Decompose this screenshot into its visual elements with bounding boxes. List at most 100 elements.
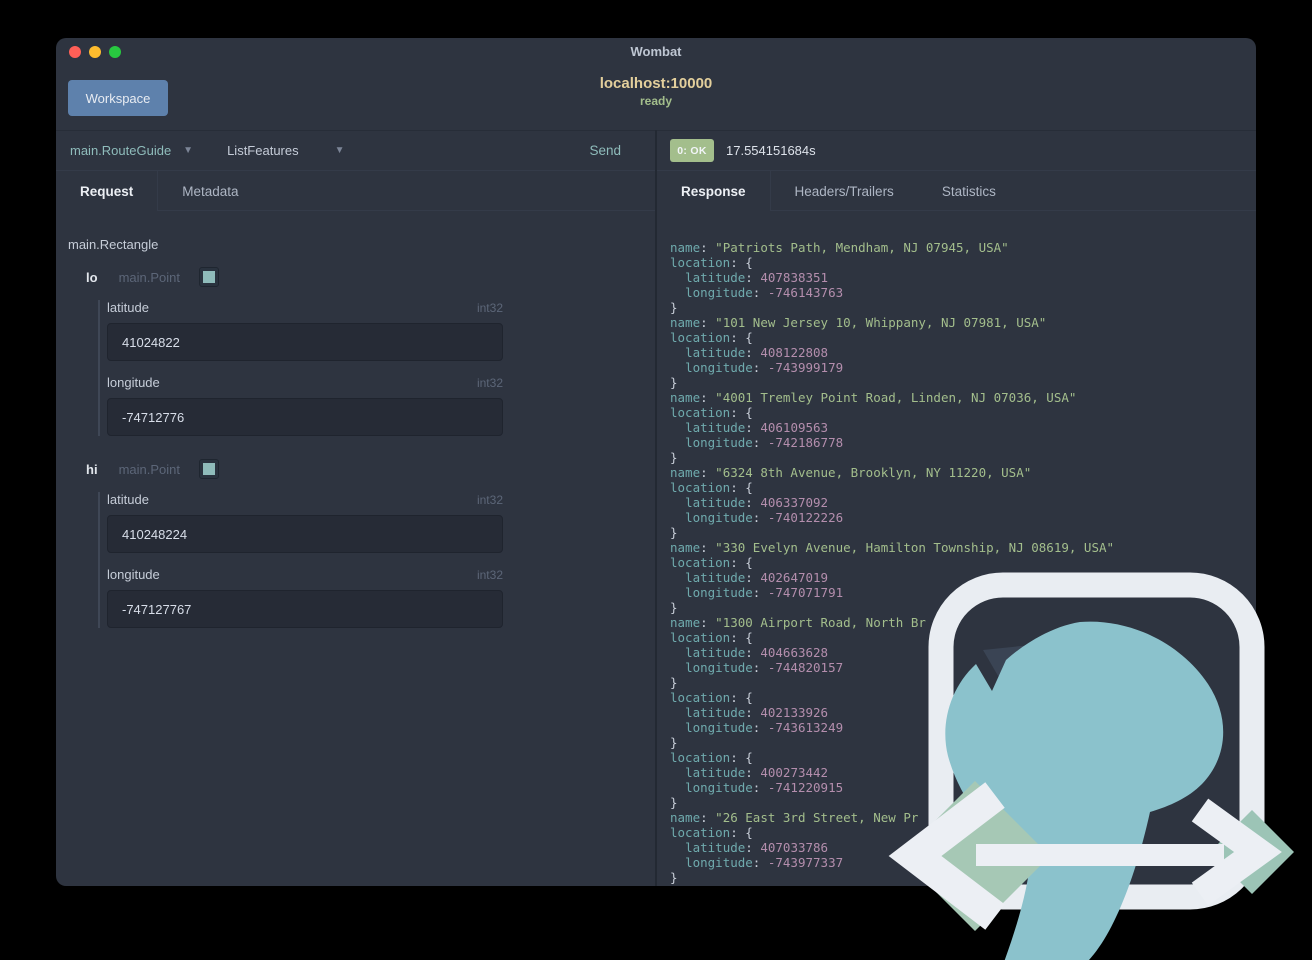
field-scalar-type: int32 [476, 375, 503, 390]
status-badge: 0: OK [670, 139, 714, 162]
response-line: latitude: 407033786 [685, 840, 829, 855]
duration-label: 17.554151684s [726, 143, 816, 158]
response-line: longitude: -744820157 [685, 660, 844, 675]
hi-latitude-input[interactable] [107, 515, 503, 553]
response-line: latitude: 402647019 [685, 570, 829, 585]
response-line: } [670, 795, 678, 810]
response-line: latitude: 406109563 [685, 420, 829, 435]
response-line: } [670, 600, 678, 615]
response-body[interactable]: name: "Patriots Path, Mendham, NJ 07945,… [657, 211, 1256, 886]
field-label-row: longitude int32 [107, 375, 503, 390]
response-line: } [670, 300, 678, 315]
response-toolbar: 0: OK 17.554151684s [657, 130, 1256, 171]
response-line: location: { [670, 555, 753, 570]
request-toolbar: main.RouteGuide ▼ ListFeatures ▼ Send [56, 130, 655, 171]
field-scalar-type: int32 [476, 492, 503, 507]
response-line: name: "4001 Tremley Point Road, Linden, … [670, 390, 1077, 405]
field-label-row: latitude int32 [107, 492, 503, 507]
tab-metadata[interactable]: Metadata [158, 171, 262, 211]
field-lo-checkbox[interactable] [198, 267, 219, 287]
field-name-hi: hi [86, 461, 98, 477]
message-type-label: main.Rectangle [68, 237, 159, 252]
response-line: longitude: -741220915 [685, 780, 844, 795]
field-label: latitude [107, 300, 149, 315]
response-line: latitude: 406337092 [685, 495, 829, 510]
response-line: latitude: 400273442 [685, 765, 829, 780]
response-line: } [670, 375, 678, 390]
request-form: main.Rectangle lo main.Point latitude in… [56, 211, 655, 886]
lo-latitude-input[interactable] [107, 323, 503, 361]
response-line: location: { [670, 480, 753, 495]
request-tabbar: Request Metadata [56, 171, 655, 212]
field-type-lo: main.Point [118, 269, 180, 285]
response-panel: 0: OK 17.554151684s Response Headers/Tra… [655, 130, 1256, 886]
response-line: location: { [670, 750, 753, 765]
tab-headers-trailers[interactable]: Headers/Trailers [771, 171, 918, 211]
chevron-down-icon: ▼ [183, 144, 194, 156]
response-line: name: "Patriots Path, Mendham, NJ 07945,… [670, 240, 1009, 255]
field-name-lo: lo [86, 269, 98, 285]
connection-state: ready [639, 94, 673, 108]
field-head-lo: lo main.Point [86, 267, 639, 287]
response-tabbar: Response Headers/Trailers Statistics [657, 171, 1256, 212]
response-line: longitude: -743999179 [685, 360, 844, 375]
response-line: name: "330 Evelyn Avenue, Hamilton Towns… [670, 540, 1115, 555]
chevron-down-icon: ▼ [334, 144, 345, 156]
field-label: longitude [107, 375, 160, 390]
screen: { "window": { "title": "Wombat" }, "head… [0, 0, 1312, 960]
field-label-row: longitude int32 [107, 567, 503, 582]
header: Workspace localhost:10000 ready [56, 66, 1256, 130]
response-line: longitude: -747071791 [685, 585, 844, 600]
field-scalar-type: int32 [476, 567, 503, 582]
lo-longitude-input[interactable] [107, 398, 503, 436]
subfields-lo: latitude int32 longitude int32 [98, 300, 639, 436]
tab-request[interactable]: Request [56, 171, 159, 212]
request-panel: main.RouteGuide ▼ ListFeatures ▼ Send Re… [56, 130, 655, 886]
send-button[interactable]: Send [589, 143, 621, 158]
response-line: longitude: -743613249 [685, 720, 844, 735]
response-line: name: "6324 8th Avenue, Brooklyn, NY 112… [670, 465, 1032, 480]
field-group-lo: lo main.Point latitude int32 longitude i… [68, 267, 639, 436]
response-line: location: { [670, 330, 753, 345]
response-line: latitude: 408122808 [685, 345, 829, 360]
response-line: longitude: -746143763 [685, 285, 844, 300]
response-line: location: { [670, 690, 753, 705]
tab-statistics[interactable]: Statistics [918, 171, 1020, 211]
response-line: } [670, 450, 678, 465]
field-scalar-type: int32 [476, 300, 503, 315]
method-select[interactable]: ListFeatures ▼ [227, 143, 344, 158]
hi-longitude-input[interactable] [107, 590, 503, 628]
field-type-hi: main.Point [118, 461, 180, 477]
host-address: localhost:10000 [599, 75, 713, 92]
response-line: location: { [670, 630, 753, 645]
response-line: name: "101 New Jersey 10, Whippany, NJ 0… [670, 315, 1047, 330]
connection-status: localhost:10000 ready [56, 75, 1256, 108]
window-title: Wombat [630, 44, 682, 59]
main-panels: main.RouteGuide ▼ ListFeatures ▼ Send Re… [56, 130, 1256, 886]
field-head-hi: hi main.Point [86, 459, 639, 479]
service-select[interactable]: main.RouteGuide ▼ [70, 143, 193, 158]
response-line: latitude: 404663628 [685, 645, 829, 660]
response-line: longitude: -740122226 [685, 510, 844, 525]
app-window: Wombat Workspace localhost:10000 ready m… [56, 38, 1256, 886]
field-label-row: latitude int32 [107, 300, 503, 315]
response-line: location: { [670, 255, 753, 270]
response-line: longitude: -742186778 [685, 435, 844, 450]
field-label: latitude [107, 492, 149, 507]
response-line: } [670, 870, 678, 885]
subfields-hi: latitude int32 longitude int32 [98, 492, 639, 628]
response-line: longitude: -743977337 [685, 855, 844, 870]
field-hi-checkbox[interactable] [198, 459, 219, 479]
field-group-hi: hi main.Point latitude int32 longitude i… [68, 459, 639, 628]
response-line: } [670, 675, 678, 690]
tab-response[interactable]: Response [657, 171, 771, 212]
response-line: name: "1300 Airport Road, North Br [670, 615, 926, 630]
title-bar: Wombat [56, 38, 1256, 66]
response-line: } [670, 735, 678, 750]
response-line: location: { [670, 825, 753, 840]
response-line: } [670, 525, 678, 540]
field-label: longitude [107, 567, 160, 582]
method-select-value: ListFeatures [227, 143, 299, 158]
service-select-value: main.RouteGuide [70, 143, 172, 158]
response-line: latitude: 407838351 [685, 270, 829, 285]
